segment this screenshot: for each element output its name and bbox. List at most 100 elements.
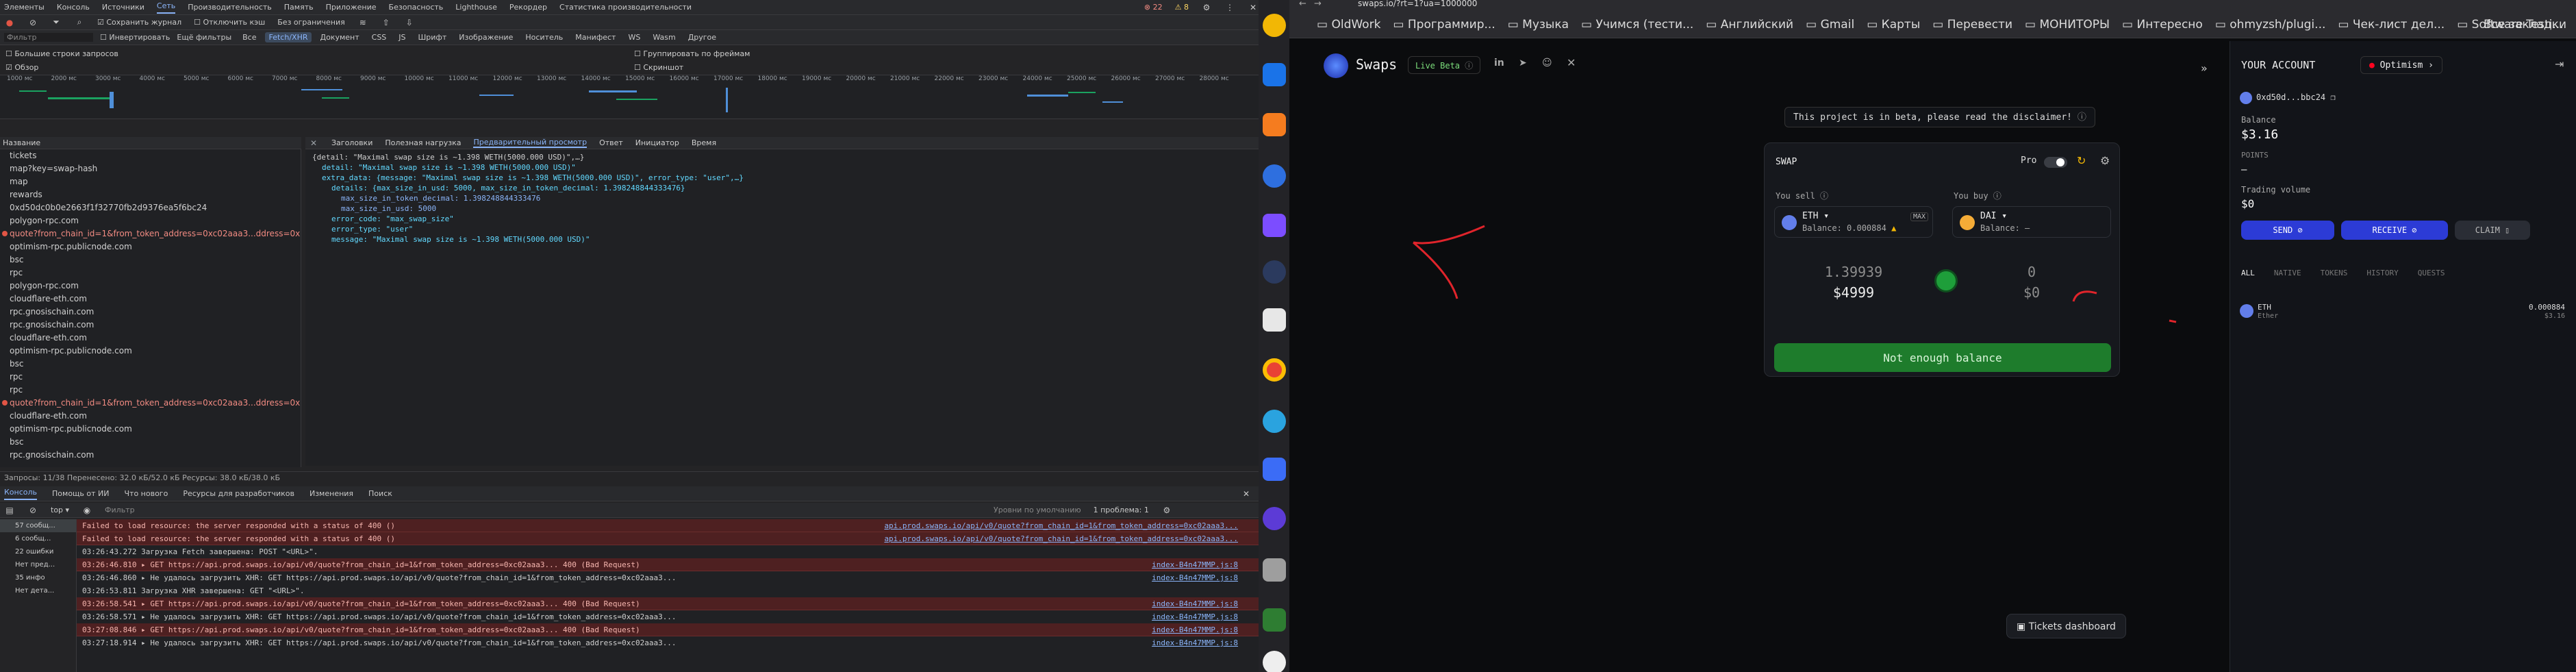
- account-tab[interactable]: ALL: [2241, 269, 2255, 277]
- sidebar-toggle-icon[interactable]: ▤: [4, 505, 15, 516]
- request-row[interactable]: bsc: [0, 358, 301, 371]
- group-frames-option[interactable]: ☐ Группировать по фреймам: [634, 49, 750, 58]
- context-select[interactable]: top ▾: [51, 506, 69, 514]
- download-icon[interactable]: ⇩: [404, 17, 415, 28]
- type-chip[interactable]: Носитель: [521, 32, 567, 42]
- error-count-badge[interactable]: ⊗ 22: [1144, 3, 1163, 12]
- console-source-link[interactable]: api.prod.swaps.io/api/v0/quote?from_chai…: [884, 519, 1259, 532]
- type-chip[interactable]: CSS: [368, 32, 391, 42]
- drawer-tab[interactable]: Помощь от ИИ: [52, 489, 109, 498]
- detail-tab[interactable]: Заголовки: [331, 138, 372, 147]
- type-chip[interactable]: Изображение: [455, 32, 517, 42]
- request-row[interactable]: optimism-rpc.publicnode.com: [0, 240, 301, 253]
- console-source-link[interactable]: index-B4n47MMP.js:8: [1152, 571, 1259, 584]
- request-row[interactable]: cloudflare-eth.com: [0, 410, 301, 423]
- devtools-tab[interactable]: Статистика производительности: [559, 3, 692, 12]
- detail-tab[interactable]: Инициатор: [635, 138, 679, 147]
- close-drawer-icon[interactable]: ✕: [1241, 488, 1252, 499]
- console-filter-input[interactable]: Фильтр: [105, 506, 981, 514]
- levels-select[interactable]: Уровни по умолчанию: [994, 506, 1081, 514]
- account-tab[interactable]: HISTORY: [2366, 269, 2398, 277]
- request-row[interactable]: bsc: [0, 436, 301, 449]
- request-row[interactable]: optimism-rpc.publicnode.com: [0, 423, 301, 436]
- request-row[interactable]: polygon-rpc.com: [0, 214, 301, 227]
- devtools-tab[interactable]: Производительность: [188, 3, 272, 12]
- drawer-tab[interactable]: Изменения: [310, 489, 353, 498]
- screenshots-option[interactable]: ☐ Скриншот: [634, 63, 683, 72]
- type-chip[interactable]: Fetch/XHR: [264, 32, 312, 42]
- request-row[interactable]: rpc: [0, 266, 301, 279]
- detail-tab[interactable]: Время: [692, 138, 716, 147]
- drawer-tab[interactable]: Поиск: [368, 489, 392, 498]
- eye-icon[interactable]: ◉: [81, 505, 92, 516]
- console-filter-item[interactable]: 57 сообщ...: [0, 519, 76, 532]
- request-row[interactable]: polygon-rpc.com: [0, 279, 301, 293]
- devtools-tab[interactable]: Консоль: [57, 3, 90, 12]
- tickets-dashboard-button[interactable]: ▣ Tickets dashboard: [2006, 614, 2126, 638]
- copy-icon[interactable]: ❐: [2330, 92, 2335, 102]
- console-source-link[interactable]: api.prod.swaps.io/api/v0/quote?from_chai…: [884, 532, 1259, 545]
- request-row[interactable]: rpc: [0, 384, 301, 397]
- clear-console-icon[interactable]: ⊘: [27, 505, 38, 516]
- console-source-link[interactable]: index-B4n47MMP.js:8: [1152, 558, 1259, 571]
- request-row[interactable]: bsc: [0, 253, 301, 266]
- type-chip[interactable]: Все: [238, 32, 260, 42]
- account-tab[interactable]: QUESTS: [2418, 269, 2445, 277]
- console-source-link[interactable]: index-B4n47MMP.js:8: [1152, 623, 1259, 636]
- request-row[interactable]: cloudflare-eth.com: [0, 332, 301, 345]
- close-detail-icon[interactable]: ✕: [308, 138, 319, 149]
- clear-icon[interactable]: ⊘: [27, 17, 38, 28]
- account-tab[interactable]: NATIVE: [2274, 269, 2301, 277]
- console-source-link[interactable]: index-B4n47MMP.js:8: [1152, 636, 1259, 649]
- drawer-tab[interactable]: Консоль: [4, 488, 38, 500]
- devtools-tab[interactable]: Безопасность: [389, 3, 444, 12]
- wallet-address[interactable]: 0xd50d...bbc24 ❐: [2256, 92, 2336, 102]
- record-icon[interactable]: ●: [4, 17, 15, 28]
- close-icon[interactable]: ✕: [1248, 2, 1259, 13]
- request-row[interactable]: tickets: [0, 149, 301, 162]
- request-row[interactable]: optimism-rpc.publicnode.com: [0, 345, 301, 358]
- logout-icon[interactable]: ⇥: [2555, 58, 2564, 71]
- type-chip[interactable]: JS: [394, 32, 409, 42]
- claim-button[interactable]: CLAIM ▯: [2455, 221, 2530, 240]
- devtools-tab[interactable]: Рекордер: [509, 3, 547, 12]
- type-chip[interactable]: Wasm: [648, 32, 679, 42]
- devtools-tab[interactable]: Приложение: [326, 3, 377, 12]
- more-filters-select[interactable]: Ещё фильтры: [177, 33, 231, 42]
- console-filter-item[interactable]: 22 ошибки: [0, 545, 76, 558]
- console-filter-item[interactable]: Нет дета...: [0, 584, 76, 597]
- request-row[interactable]: quote?from_chain_id=1&from_token_address…: [0, 397, 301, 410]
- account-tab[interactable]: TOKENS: [2321, 269, 2348, 277]
- filter-icon[interactable]: ⏷: [51, 17, 62, 28]
- send-button[interactable]: SEND ⊘: [2241, 221, 2334, 240]
- request-row[interactable]: rpc.gnosischain.com: [0, 319, 301, 332]
- search-icon[interactable]: ⌕: [74, 17, 85, 28]
- network-select[interactable]: ● Optimism ›: [2360, 56, 2442, 74]
- console-filter-item[interactable]: 6 сообщ...: [0, 532, 76, 545]
- receive-button[interactable]: RECEIVE ⊘: [2341, 221, 2448, 240]
- detail-tab[interactable]: Ответ: [599, 138, 623, 147]
- request-row[interactable]: cloudflare-eth.com: [0, 293, 301, 306]
- type-chip[interactable]: Манифест: [571, 32, 620, 42]
- devtools-tab[interactable]: Lighthouse: [455, 3, 497, 12]
- request-row[interactable]: rpc.gnosischain.com: [0, 449, 301, 462]
- devtools-tab[interactable]: Память: [284, 3, 314, 12]
- wifi-icon[interactable]: ≋: [357, 17, 368, 28]
- type-chip[interactable]: Другое: [684, 32, 720, 42]
- request-row[interactable]: map: [0, 175, 301, 188]
- devtools-tab[interactable]: Источники: [102, 3, 144, 12]
- filter-input[interactable]: Фильтр: [4, 33, 93, 42]
- warning-count-badge[interactable]: ⚠ 8: [1175, 3, 1189, 12]
- invert-checkbox[interactable]: ☐ Инвертировать: [100, 33, 170, 42]
- detail-tab[interactable]: Предварительный просмотр: [473, 138, 588, 148]
- console-source-link[interactable]: index-B4n47MMP.js:8: [1152, 610, 1259, 623]
- upload-icon[interactable]: ⇧: [381, 17, 392, 28]
- overview-option[interactable]: ☑ Обзор: [5, 63, 38, 72]
- console-source-link[interactable]: index-B4n47MMP.js:8: [1152, 597, 1259, 610]
- drawer-tab[interactable]: Ресурсы для разработчиков: [183, 489, 294, 498]
- detail-tab[interactable]: Полезная нагрузка: [385, 138, 461, 147]
- devtools-tab[interactable]: Сеть: [156, 1, 176, 14]
- more-options-icon[interactable]: ⋮: [1224, 2, 1235, 13]
- request-row[interactable]: rpc.gnosischain.com: [0, 306, 301, 319]
- type-chip[interactable]: Шрифт: [414, 32, 451, 42]
